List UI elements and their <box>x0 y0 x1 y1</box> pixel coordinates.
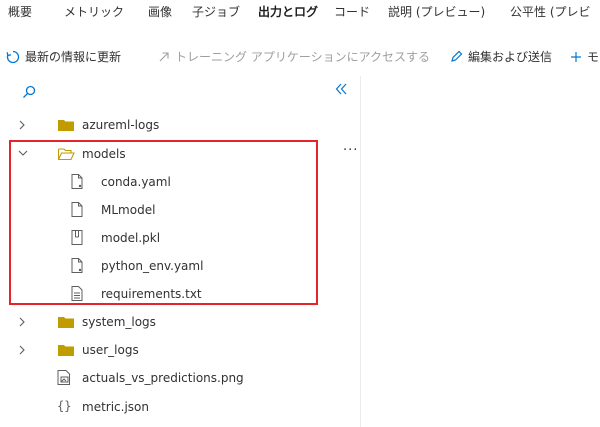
tab-bar: 概要 メトリック 画像 子ジョブ 出力とログ コード 説明 (プレビュー) 公平… <box>0 0 600 26</box>
tab-fairness[interactable]: 公平性 (プレビ <box>510 3 591 20</box>
tab-metrics[interactable]: メトリック <box>64 3 124 20</box>
tab-outputs-logs[interactable]: 出力とログ <box>258 3 318 20</box>
panel-divider <box>360 76 361 427</box>
tab-explanations[interactable]: 説明 (プレビュー) <box>388 3 485 20</box>
refresh-icon <box>6 50 20 63</box>
chevron-right-icon[interactable] <box>17 119 27 131</box>
refresh-label: 最新の情報に更新 <box>25 50 122 64</box>
tree-item-label: user_logs <box>82 343 139 357</box>
edit-submit-button[interactable]: 編集および送信 <box>450 48 552 65</box>
folder-icon <box>58 120 74 131</box>
training-app-label: トレーニング アプリケーションにアクセスする <box>175 50 430 64</box>
more-options-button[interactable]: ··· <box>343 143 358 158</box>
tree-item-user-logs[interactable]: user_logs <box>0 339 360 361</box>
chevron-right-icon[interactable] <box>17 316 27 328</box>
tree-item-system-logs[interactable]: system_logs <box>0 311 360 333</box>
edit-submit-label: 編集および送信 <box>468 50 553 64</box>
collapse-panel-button[interactable] <box>334 82 348 100</box>
image-file-icon <box>57 370 70 385</box>
training-app-button: トレーニング アプリケーションにアクセスする <box>158 48 430 65</box>
plus-icon <box>571 51 581 62</box>
add-label: モ <box>587 50 600 64</box>
tree-item-label: actuals_vs_predictions.png <box>82 371 244 385</box>
tab-overview[interactable]: 概要 <box>8 3 32 20</box>
link-icon <box>159 51 169 61</box>
pencil-icon <box>451 50 463 62</box>
refresh-button[interactable]: 最新の情報に更新 <box>6 48 121 65</box>
tree-item-label: metric.json <box>82 400 149 414</box>
tab-code[interactable]: コード <box>334 3 370 20</box>
folder-icon <box>58 317 74 328</box>
search-button[interactable] <box>22 84 36 103</box>
highlight-box <box>9 140 318 305</box>
add-button[interactable]: モ <box>570 48 599 65</box>
json-file-icon: {} <box>57 399 72 413</box>
search-icon <box>23 85 36 98</box>
tree-item-label: azureml-logs <box>82 118 160 132</box>
tree-item-azureml-logs[interactable]: azureml-logs <box>0 114 360 136</box>
double-chevron-left-icon <box>335 83 347 95</box>
tree-item-actuals-png[interactable]: actuals_vs_predictions.png <box>0 367 360 389</box>
tree-item-label: system_logs <box>82 315 156 329</box>
tab-images[interactable]: 画像 <box>148 3 172 20</box>
toolbar: 最新の情報に更新 トレーニング アプリケーションにアクセスする 編集および送信 … <box>0 48 600 70</box>
folder-icon <box>58 345 74 356</box>
tree-item-metric-json[interactable]: {} metric.json <box>0 396 360 418</box>
tab-child-jobs[interactable]: 子ジョブ <box>192 3 240 20</box>
chevron-right-icon[interactable] <box>17 344 27 356</box>
